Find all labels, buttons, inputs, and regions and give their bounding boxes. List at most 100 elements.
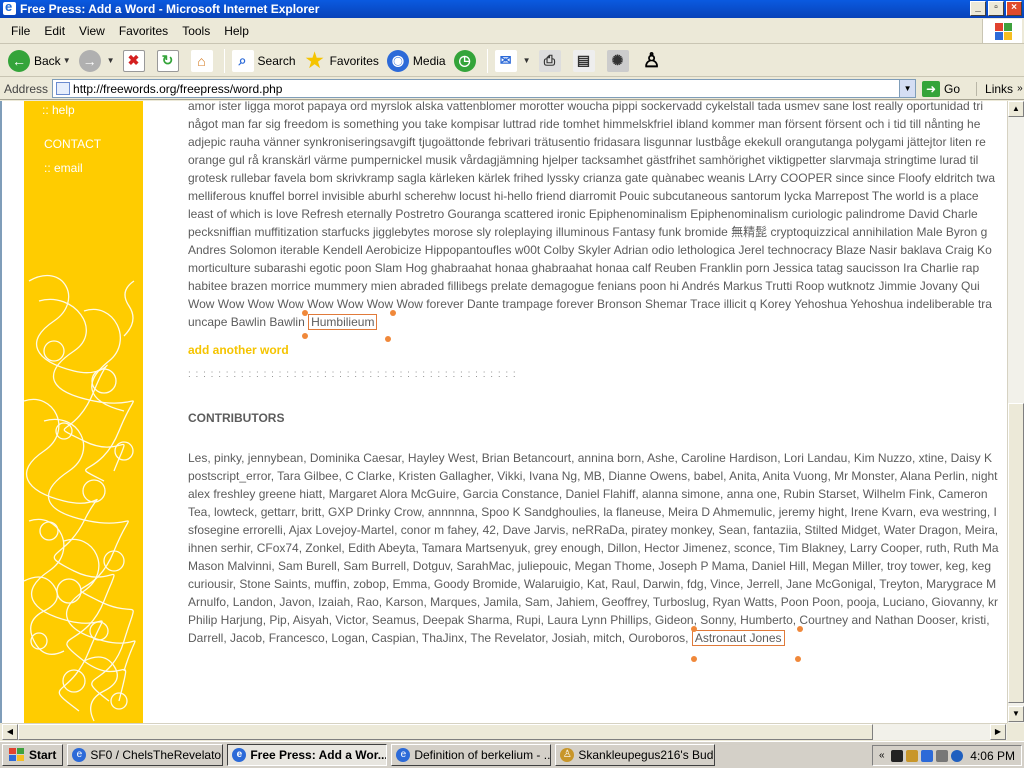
- start-label: Start: [29, 748, 57, 762]
- address-input[interactable]: http://freewords.org/freepress/word.php …: [52, 79, 917, 98]
- go-button[interactable]: ➜ Go: [922, 80, 961, 97]
- discuss-icon: ✺: [606, 49, 629, 72]
- search-label: Search: [257, 53, 296, 68]
- maximize-button[interactable]: ▫: [988, 1, 1004, 16]
- star-icon: ★: [305, 50, 324, 72]
- word-line: amor ister ligga morot papaya ord myrslo…: [188, 101, 984, 113]
- word-line-last: uncape Bawlin Bawlin Humbilieum: [188, 313, 378, 331]
- messenger-button[interactable]: ♙: [637, 47, 671, 75]
- close-button[interactable]: ×: [1006, 1, 1022, 16]
- taskbar: Start e SF0 / ChelsTheRevelator... e Fre…: [0, 741, 1024, 768]
- word-line: Wow Wow Wow Wow Wow Wow Wow Wow forever …: [188, 297, 992, 311]
- menu-help[interactable]: Help: [217, 24, 256, 38]
- menu-file[interactable]: File: [4, 24, 37, 38]
- ie-icon: e: [396, 748, 411, 762]
- taskbar-item[interactable]: e SF0 / ChelsTheRevelator...: [67, 744, 224, 766]
- media-globe-icon: ◉: [386, 49, 409, 72]
- word-line-prefix: uncape Bawlin Bawlin: [188, 315, 305, 329]
- search-button[interactable]: ⌕ Search: [228, 47, 300, 75]
- home-button[interactable]: ⌂: [187, 47, 221, 75]
- windows-logo-icon: [9, 748, 25, 762]
- edit-page-icon: ▤: [572, 49, 595, 72]
- contributor-line: Philip Harjung, Pip, Aisyah, Victor, Sea…: [188, 613, 990, 627]
- scroll-right-button[interactable]: ▶: [990, 724, 1006, 740]
- taskbar-item-active[interactable]: e Free Press: Add a Wor...: [227, 744, 388, 766]
- tray-display-icon[interactable]: [936, 749, 949, 762]
- chevron-down-icon[interactable]: ▼: [523, 56, 531, 65]
- chevron-down-icon[interactable]: ▼: [107, 56, 115, 65]
- discuss-button[interactable]: ✺: [603, 47, 637, 75]
- go-label: Go: [944, 81, 961, 96]
- horizontal-scrollbar[interactable]: ◀ ▶: [2, 723, 1007, 740]
- taskbar-item-label: Definition of berkelium - ...: [414, 748, 552, 762]
- menu-tools[interactable]: Tools: [175, 24, 217, 38]
- add-another-word-link[interactable]: add another word: [188, 343, 289, 357]
- page-content: :: help CONTACT :: email amor ister ligg…: [0, 101, 1007, 723]
- contributor-line-prefix: Darrell, Jacob, Francesco, Logan, Caspia…: [188, 631, 689, 645]
- word-line: grotesk rullebar favela bom skrivkramp s…: [188, 171, 996, 185]
- media-button[interactable]: ◉ Media: [383, 47, 450, 75]
- swirl-pattern: [24, 274, 136, 722]
- media-label: Media: [412, 53, 446, 68]
- contributor-line: Arnulfo, Landon, Javon, Izaiah, Rao, Kar…: [188, 595, 998, 609]
- minimize-button[interactable]: _: [970, 1, 986, 16]
- window-title-bar[interactable]: Free Press: Add a Word - Microsoft Inter…: [0, 0, 1024, 18]
- ie-icon: [3, 0, 16, 15]
- tray-app-icon[interactable]: [891, 749, 904, 762]
- contributor-line: ihnen serhir, CFox74, Zonkel, Edith Abey…: [188, 541, 999, 555]
- paw-decoration-icon: [385, 336, 391, 342]
- history-icon: ◷: [453, 49, 476, 72]
- mail-button[interactable]: ✉ ▼: [491, 47, 535, 75]
- favorites-button[interactable]: ★ Favorites: [300, 47, 383, 75]
- menu-favorites[interactable]: Favorites: [112, 24, 175, 38]
- back-arrow-icon: ←: [8, 49, 30, 72]
- scroll-up-button[interactable]: ▲: [1008, 101, 1024, 117]
- links-button[interactable]: Links: [976, 81, 1013, 96]
- scroll-down-button[interactable]: ▼: [1008, 706, 1024, 722]
- forward-arrow-icon: →: [78, 49, 101, 72]
- edit-button[interactable]: ▤: [569, 47, 603, 75]
- taskbar-item-label: Skankleupegus216's Bud...: [578, 748, 716, 762]
- word-line: least of which is love Refresh eternally…: [188, 207, 978, 221]
- word-line: något man far sig freedom is something y…: [188, 117, 981, 131]
- taskbar-item[interactable]: ♙ Skankleupegus216's Bud...: [555, 744, 716, 766]
- ie-icon: e: [72, 748, 87, 762]
- menu-edit[interactable]: Edit: [37, 24, 72, 38]
- tray-messenger-icon[interactable]: [906, 749, 919, 762]
- chevron-down-icon[interactable]: ▼: [63, 56, 71, 65]
- refresh-button[interactable]: ↻: [153, 47, 187, 75]
- address-url[interactable]: http://freewords.org/freepress/word.php: [73, 82, 282, 96]
- printer-icon: ⎙: [538, 49, 561, 72]
- email-link[interactable]: :: email: [44, 161, 83, 175]
- vertical-scrollbar[interactable]: ▲ ▼: [1007, 101, 1024, 723]
- clock[interactable]: 4:06 PM: [970, 749, 1015, 763]
- tray-volume-icon[interactable]: [951, 749, 964, 762]
- taskbar-item[interactable]: e Definition of berkelium - ...: [391, 744, 552, 766]
- stop-button[interactable]: ✖: [119, 47, 153, 75]
- print-button[interactable]: ⎙: [535, 47, 569, 75]
- horizontal-scroll-thumb[interactable]: [18, 724, 873, 740]
- yellow-sidebar: :: help CONTACT :: email: [24, 101, 143, 723]
- paw-decoration-icon: [795, 656, 801, 662]
- ie-icon: e: [232, 748, 247, 762]
- dotted-divider: : : : : : : : : : : : : : : : : : : : : …: [188, 369, 517, 380]
- new-contributor-highlight: Astronaut Jones: [691, 630, 785, 646]
- history-button[interactable]: ◷: [450, 47, 484, 75]
- word-line: adjepic rauha vänner synkroniseringsavgi…: [188, 135, 986, 149]
- vertical-scroll-thumb[interactable]: [1008, 403, 1024, 703]
- chevron-right-icon[interactable]: »: [1017, 83, 1023, 94]
- chevron-left-icon[interactable]: «: [879, 750, 885, 761]
- word-line: Andres Solomon iterable Kendell Aerobici…: [188, 243, 992, 257]
- start-button[interactable]: Start: [2, 744, 64, 766]
- help-link[interactable]: :: help: [42, 103, 75, 117]
- chevron-down-icon[interactable]: ▼: [899, 80, 916, 97]
- mail-icon: ✉: [494, 49, 517, 72]
- messenger-person-icon: ♙: [642, 50, 661, 72]
- scroll-left-button[interactable]: ◀: [2, 724, 18, 740]
- menu-view[interactable]: View: [72, 24, 112, 38]
- contributor-line: Tea, lowteck, gettarr, britt, GXP Drinky…: [188, 505, 997, 519]
- tray-network-icon[interactable]: [921, 749, 934, 762]
- word-line: habitee brazen morrice mummery mien abra…: [188, 279, 980, 293]
- back-button[interactable]: ← Back ▼: [4, 47, 75, 75]
- forward-button[interactable]: → ▼: [75, 47, 119, 75]
